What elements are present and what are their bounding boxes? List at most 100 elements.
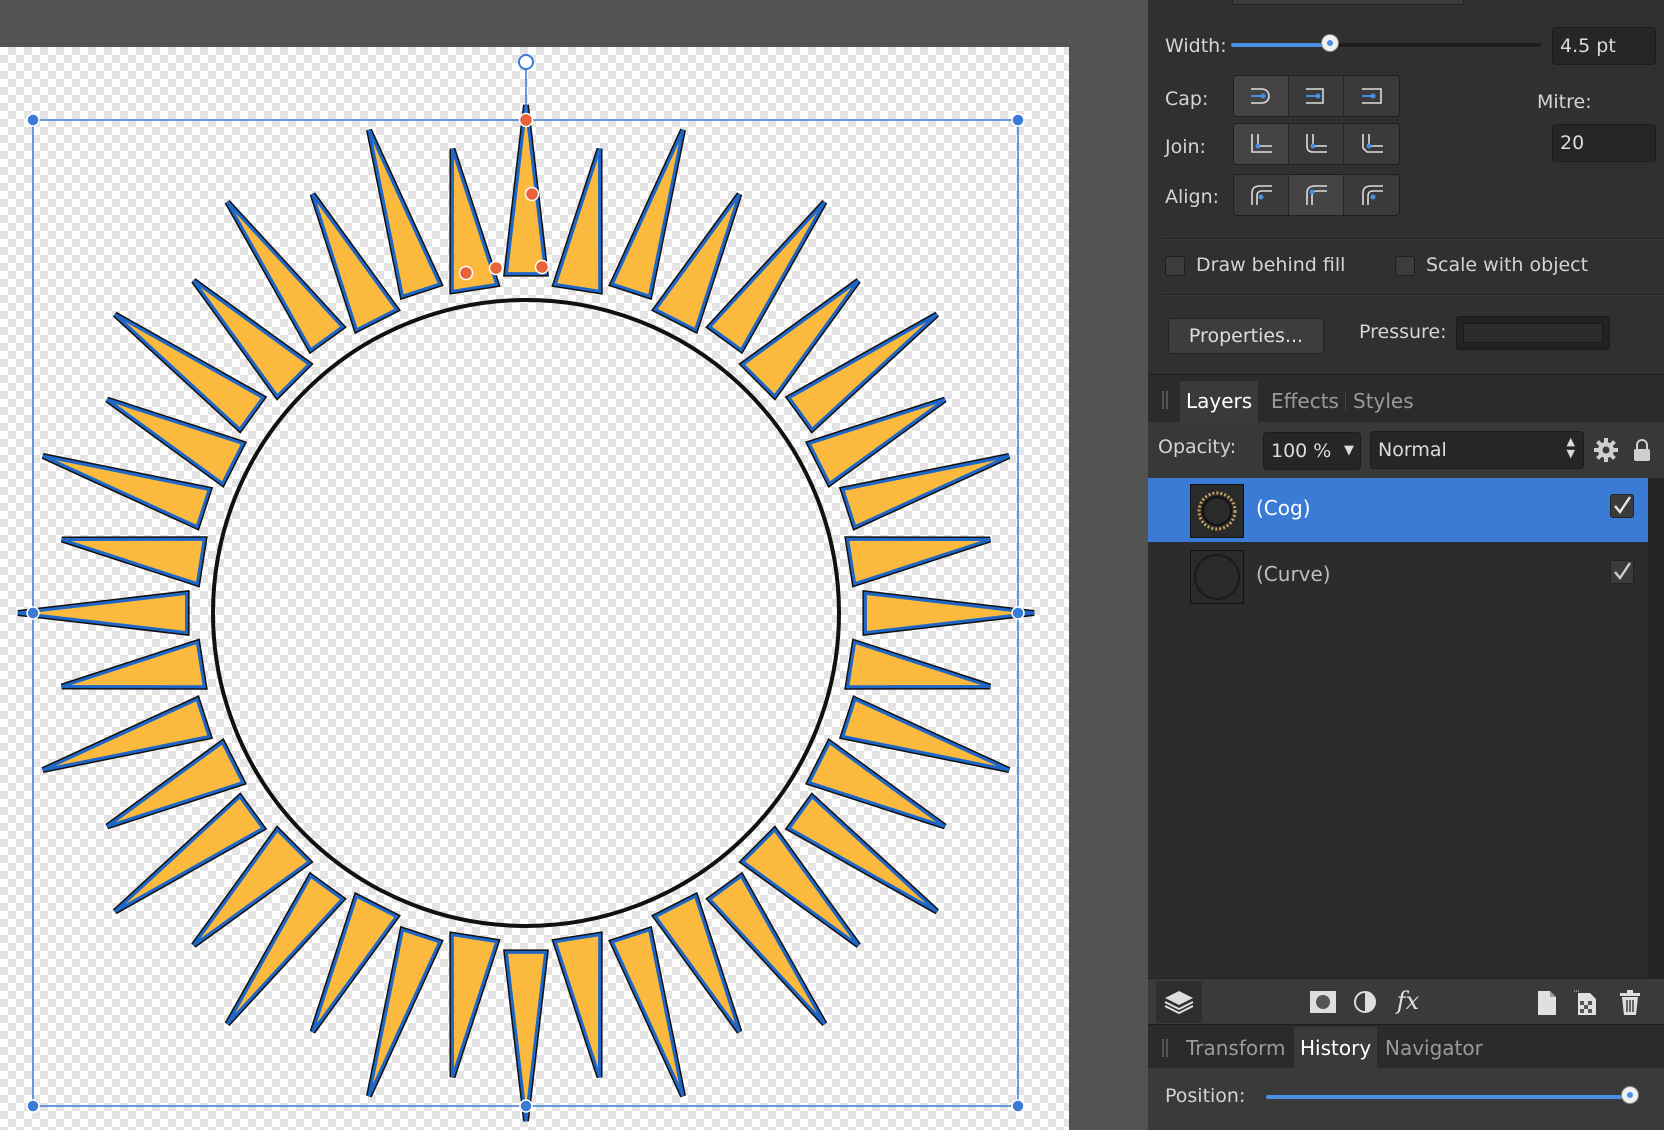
adjustment-button[interactable] xyxy=(1351,989,1379,1015)
cog-ray-stroke xyxy=(845,640,991,689)
layer-name: (Curve) xyxy=(1256,562,1331,586)
selection-handle[interactable] xyxy=(26,606,40,620)
width-slider[interactable] xyxy=(1231,34,1541,52)
new-layer-button[interactable] xyxy=(1534,989,1560,1017)
tab-styles[interactable]: Styles xyxy=(1347,381,1420,423)
layer-settings-button[interactable] xyxy=(1592,436,1620,464)
center-align-button[interactable] xyxy=(1289,175,1344,215)
delete-icon xyxy=(1620,990,1640,1015)
cog-ray-stroke xyxy=(504,104,548,276)
outside-align-button[interactable] xyxy=(1344,175,1399,215)
width-label: Width: xyxy=(1165,35,1227,57)
stepper-arrows-icon: ▲ ▼ xyxy=(1566,435,1575,460)
artwork-svg[interactable] xyxy=(0,0,1069,1130)
cog-ray-stroke xyxy=(610,927,685,1097)
cog-ray-stroke xyxy=(42,697,212,772)
history-position-slider[interactable] xyxy=(1266,1086,1639,1104)
new-pixel-layer-button[interactable] xyxy=(1572,989,1602,1017)
lock-icon xyxy=(1634,439,1650,461)
cog-ray-stroke xyxy=(367,129,442,299)
path-node[interactable] xyxy=(534,259,550,275)
lock-button[interactable] xyxy=(1630,436,1654,464)
layers-toolbar: Opacity: 100 % ▼ Normal ▲ ▼ xyxy=(1148,422,1664,478)
pressure-graph[interactable] xyxy=(1456,316,1610,350)
align-segmented[interactable] xyxy=(1233,174,1400,216)
cap-segmented[interactable] xyxy=(1233,75,1400,117)
selection-handle[interactable] xyxy=(1011,606,1025,620)
width-slider-knob[interactable] xyxy=(1321,34,1340,52)
cog-ray-stroke xyxy=(610,129,685,299)
square-cap-button[interactable] xyxy=(1344,76,1399,116)
layer-visibility-checkbox[interactable] xyxy=(1610,494,1634,518)
panel-grip[interactable] xyxy=(1162,1039,1168,1057)
mitre-join-icon xyxy=(1251,134,1272,153)
inside-align-icon xyxy=(1251,185,1272,205)
butt-cap-button[interactable] xyxy=(1234,76,1289,116)
round-join-button[interactable] xyxy=(1289,124,1344,164)
layers-list[interactable]: (Cog) (Curve) xyxy=(1148,478,1648,978)
history-tabbar: Transform History Navigator xyxy=(1148,1024,1664,1069)
cog-ray-stroke xyxy=(367,927,442,1097)
round-cap-icon xyxy=(1306,88,1324,104)
divider xyxy=(1164,294,1664,296)
selection-handle[interactable] xyxy=(26,113,40,127)
opacity-dropdown[interactable]: 100 % ▼ xyxy=(1263,432,1361,470)
properties-button[interactable]: Properties... xyxy=(1168,318,1324,354)
mitre-label: Mitre: xyxy=(1537,91,1592,113)
path-node[interactable] xyxy=(458,265,474,281)
draw-behind-fill-checkbox[interactable] xyxy=(1165,256,1185,276)
bevel-join-button[interactable] xyxy=(1344,124,1399,164)
layer-thumbnail-cog xyxy=(1190,484,1244,538)
cog-ray-stroke xyxy=(863,591,1035,635)
join-segmented[interactable] xyxy=(1233,123,1400,165)
canvas-area[interactable] xyxy=(0,0,1148,1130)
mitre-join-button[interactable] xyxy=(1234,124,1289,164)
tab-navigator[interactable]: Navigator xyxy=(1379,1027,1489,1069)
cog-ray-stroke xyxy=(504,950,548,1122)
path-node[interactable] xyxy=(488,260,504,276)
rotation-handle[interactable] xyxy=(518,54,534,70)
layer-row-cog[interactable]: (Cog) xyxy=(1148,478,1648,542)
layers-icon xyxy=(1164,991,1194,1015)
layers-tabbar: Layers Effects Styles xyxy=(1148,374,1664,423)
layers-scrollbar[interactable] xyxy=(1648,478,1664,978)
mitre-field[interactable]: 20 xyxy=(1552,124,1656,162)
position-label: Position: xyxy=(1165,1085,1246,1107)
round-cap-button[interactable] xyxy=(1289,76,1344,116)
cog-ray-stroke xyxy=(61,537,207,586)
inside-align-button[interactable] xyxy=(1234,175,1289,215)
selection-handle[interactable] xyxy=(1011,1099,1025,1113)
path-node[interactable] xyxy=(518,112,534,128)
panel-grip[interactable] xyxy=(1162,391,1168,409)
chevron-down-icon: ▼ xyxy=(1344,443,1354,458)
delete-layer-button[interactable] xyxy=(1616,989,1644,1017)
tab-history[interactable]: History xyxy=(1294,1027,1378,1069)
cog-ray-stroke xyxy=(17,591,189,635)
tab-effects[interactable]: Effects xyxy=(1265,381,1345,423)
selection-handle[interactable] xyxy=(1011,113,1025,127)
tab-transform[interactable]: Transform xyxy=(1180,1027,1291,1069)
layer-row-curve[interactable]: (Curve) xyxy=(1148,544,1648,608)
history-panel: Position: xyxy=(1148,1068,1664,1130)
blend-mode-select[interactable]: Normal ▲ ▼ xyxy=(1370,431,1584,469)
divider xyxy=(1164,238,1664,240)
checkmark-icon xyxy=(1614,562,1631,581)
scale-with-object-checkbox[interactable] xyxy=(1395,256,1415,276)
cog-ray-stroke xyxy=(840,454,1010,529)
layer-visibility-checkbox[interactable] xyxy=(1610,560,1634,584)
bevel-join-icon xyxy=(1361,134,1383,153)
history-slider-knob[interactable] xyxy=(1621,1086,1639,1104)
round-join-icon xyxy=(1306,134,1327,153)
layers-studio-button[interactable] xyxy=(1156,981,1202,1023)
mask-button[interactable] xyxy=(1308,989,1338,1015)
width-field[interactable]: 4.5 pt xyxy=(1552,27,1656,65)
cog-ray-stroke xyxy=(450,932,499,1078)
selection-handle[interactable] xyxy=(26,1099,40,1113)
blend-mode-value: Normal xyxy=(1378,439,1447,461)
tab-layers[interactable]: Layers xyxy=(1180,381,1259,423)
path-node[interactable] xyxy=(524,186,540,202)
fx-icon[interactable]: fx xyxy=(1390,985,1426,1017)
align-label: Align: xyxy=(1165,186,1220,208)
cog-ray-stroke xyxy=(42,454,212,529)
selection-handle[interactable] xyxy=(519,1099,533,1113)
